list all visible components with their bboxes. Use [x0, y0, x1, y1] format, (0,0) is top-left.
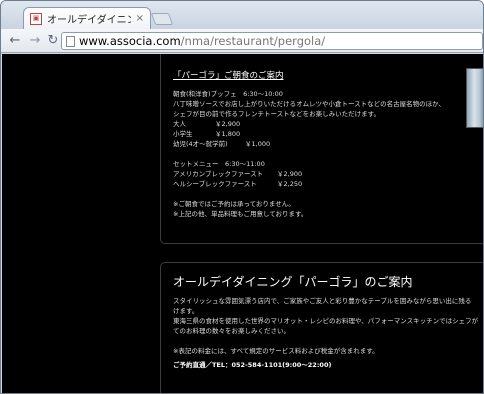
url-host: www.associa.com [79, 34, 181, 48]
price-row: 大人 ￥2,900 [173, 119, 483, 129]
breakfast-desc-2: シェフが目の前で作るフレンチトーストなどをお楽しみいただけます。 [173, 110, 381, 118]
forward-icon[interactable]: → [27, 33, 43, 49]
set-row: ヘルシーブレックファースト ￥2,250 [173, 179, 483, 189]
browser-window: ▣ オールデイダイニング「パ × ← → ↻ www.associa.com/n… [0, 0, 484, 394]
restaurant-desc-4: てのお料理の数々をお楽しみください。 [173, 327, 290, 335]
price-row: 幼児(4才～就学前) ￥1,000 [173, 139, 483, 149]
reload-icon[interactable]: ↻ [45, 33, 61, 49]
set-value: ￥2,250 [277, 180, 303, 188]
toolbar: ← → ↻ www.associa.com/nma/restaurant/per… [1, 29, 483, 53]
price-value: ￥1,800 [215, 130, 241, 138]
breakfast-panel: 「パーゴラ」ご朝食のご案内 朝食(和洋食)ブッフェ 6:30～10:00 八丁味… [160, 54, 483, 244]
restaurant-photo [466, 68, 483, 128]
address-bar[interactable]: www.associa.com/nma/restaurant/pergola/ [61, 32, 483, 50]
url-text[interactable]: www.associa.com/nma/restaurant/pergola/ [79, 34, 325, 48]
breakfast-desc-1: 八丁味噌ソースでお店し上がりいただけるオムレツや小倉トーストなどの名古屋名物のほ… [173, 100, 446, 108]
breakfast-note-2: ※上記の他、単品料理もご用意しております。 [173, 210, 308, 218]
price-row: 小学生 ￥1,800 [173, 129, 483, 139]
restaurant-desc-2: けます。 [173, 307, 199, 315]
tax-note: ※表記の料金には、すべて規定のサービス料および税金が含まれます。 [173, 347, 379, 355]
restaurant-heading: オールデイダイニング「パーゴラ」のご案内 [173, 275, 413, 289]
hotel-favicon-icon: ▣ [30, 12, 42, 25]
page-content: 「パーゴラ」ご朝食のご案内 朝食(和洋食)ブッフェ 6:30～10:00 八丁味… [2, 54, 483, 393]
tab-strip: ▣ オールデイダイニング「パ × [1, 1, 483, 29]
set-row: アメリカンブレックファースト ￥2,900 [173, 169, 483, 179]
tab-pergola[interactable]: ▣ オールデイダイニング「パ × [23, 7, 151, 29]
price-value: ￥1,000 [245, 140, 271, 148]
buffet-line: 朝食(和洋食)ブッフェ 6:30～10:00 [173, 90, 283, 98]
set-label: アメリカンブレックファースト [173, 170, 264, 178]
price-label: 大人 [173, 120, 186, 128]
price-value: ￥2,900 [215, 120, 241, 128]
restaurant-desc-1: スタイリッシュな雰囲気漂う店内で、ご家族やご友人と彩り豊かなテーブルを囲みながら… [173, 297, 472, 305]
page-icon [66, 35, 75, 47]
set-menu-line: セットメニュー 6:30～11:00 [173, 160, 265, 168]
new-tab-button[interactable] [150, 13, 174, 25]
set-label: ヘルシーブレックファースト [173, 180, 257, 188]
set-value: ￥2,900 [277, 170, 303, 178]
price-label: 小学生 [173, 130, 193, 138]
url-path: /nma/restaurant/pergola/ [180, 34, 326, 48]
reservation-phone: ご予約直通／TEL：052-584-1101(9:00～22:00) [173, 361, 332, 369]
breakfast-heading: 「パーゴラ」ご朝食のご案内 [173, 71, 284, 81]
price-label: 幼児(4才～就学前) [173, 140, 228, 148]
restaurant-desc-3: 東海三県の食材を使用した世界のマリオット・レシピのお料理や、パフォーマンスキッチ… [173, 317, 479, 325]
restaurant-panel: オールデイダイニング「パーゴラ」のご案内 スタイリッシュな雰囲気漂う店内で、ご家… [160, 262, 483, 393]
back-icon[interactable]: ← [7, 33, 23, 49]
tab-title: オールデイダイニング「パ [47, 15, 131, 26]
close-icon[interactable]: × [136, 13, 144, 24]
breakfast-note-1: ※ご朝食ではご予約は承っておりません。 [173, 200, 295, 208]
